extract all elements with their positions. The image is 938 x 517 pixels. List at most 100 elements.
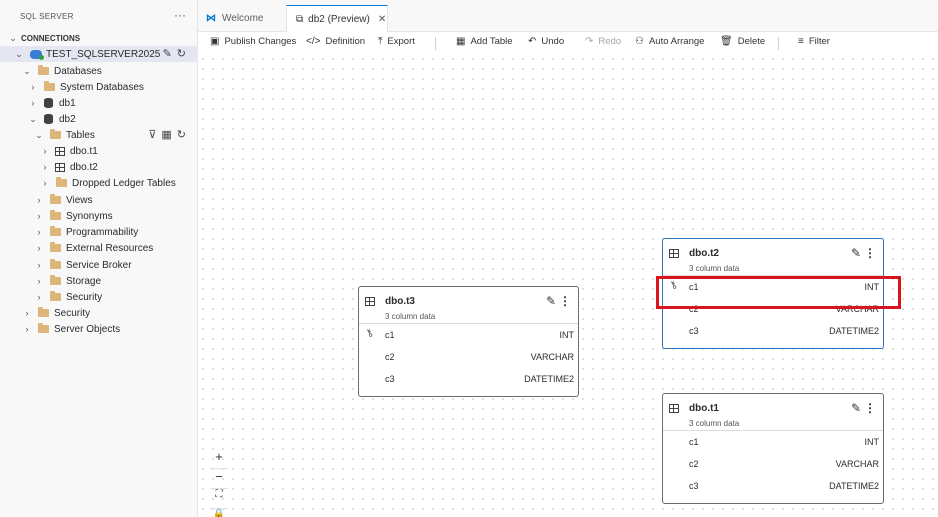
- close-icon[interactable]: ✕: [378, 14, 386, 25]
- more-actions-icon[interactable]: ···: [174, 8, 186, 22]
- undo-button[interactable]: ↶ Undo: [528, 36, 564, 47]
- button-label: Add Table: [470, 36, 513, 47]
- publish-icon: ▣: [210, 36, 220, 47]
- tree-item-programmability[interactable]: › Programmability: [0, 224, 198, 240]
- chevron-right-icon: ›: [25, 308, 29, 318]
- zoom-out-button[interactable]: −: [210, 469, 228, 489]
- column-type: VARCHAR: [835, 459, 879, 469]
- tree-item-tables[interactable]: ⌄ Tables ⊽ ▦ ↻: [0, 127, 198, 143]
- tree-item-label: Server Objects: [54, 323, 121, 335]
- table-node-dbo-t3[interactable]: dbo.t3 3 column data ✎ ⋮ ⚷ c1 INT c2 VAR…: [358, 286, 579, 397]
- chevron-down-icon: ⌄: [29, 113, 37, 124]
- lock-icon[interactable]: 🔒: [210, 509, 228, 517]
- table-icon: [55, 162, 65, 172]
- tree-item-label: Service Broker: [66, 259, 132, 271]
- chevron-right-icon: ›: [37, 260, 41, 270]
- tree-item-dbo-t2[interactable]: › dbo.t2: [0, 159, 198, 175]
- tree-item-label: dbo.t2: [70, 161, 98, 173]
- new-table-icon[interactable]: ▦: [161, 128, 171, 141]
- highlight-box: [656, 276, 901, 309]
- folder-icon: [50, 210, 61, 220]
- column-row[interactable]: c3 DATETIME2: [359, 368, 578, 390]
- connections-section-header[interactable]: ⌄ CONNECTIONS: [0, 30, 198, 46]
- publish-changes-button[interactable]: ▣ Publish Changes: [210, 36, 296, 47]
- redo-button[interactable]: ↷ Redo: [585, 36, 621, 47]
- edit-pencil-icon[interactable]: ✎: [546, 294, 556, 308]
- tree-item-db2[interactable]: ⌄ db2: [0, 111, 198, 127]
- tree-item-db1[interactable]: › db1: [0, 95, 198, 111]
- more-options-icon[interactable]: ⋮: [864, 246, 876, 260]
- edit-pencil-icon[interactable]: ✎: [851, 246, 861, 260]
- auto-arrange-button[interactable]: ⚇ Auto Arrange: [635, 36, 704, 47]
- column-row[interactable]: c3 DATETIME2: [663, 475, 883, 497]
- tree-item-databases[interactable]: ⌄ Databases: [0, 63, 198, 79]
- tree-item-label: External Resources: [66, 242, 154, 254]
- chevron-right-icon: ›: [37, 276, 41, 286]
- export-button[interactable]: ⤒ Export: [378, 36, 415, 47]
- button-label: Publish Changes: [224, 36, 297, 47]
- edit-icon[interactable]: ✎: [163, 47, 172, 60]
- tab-label: db2 (Preview): [308, 13, 370, 25]
- server-tools: ✎ ↻: [163, 47, 186, 60]
- folder-icon: [38, 307, 49, 317]
- server-node[interactable]: ⌄ TEST_SQLSERVER2025 ✎ ↻: [0, 46, 198, 62]
- zoom-in-button[interactable]: +: [210, 449, 228, 469]
- refresh-icon[interactable]: ↻: [177, 47, 186, 60]
- database-icon: [44, 114, 53, 124]
- add-table-button[interactable]: ▦ Add Table: [456, 36, 513, 47]
- more-options-icon[interactable]: ⋮: [559, 294, 571, 308]
- database-icon: [44, 98, 53, 108]
- chevron-right-icon: ›: [37, 195, 41, 205]
- column-row[interactable]: c2 VARCHAR: [663, 453, 883, 475]
- tree-item-dropped-ledger-tables[interactable]: › Dropped Ledger Tables: [0, 175, 198, 191]
- filter-button[interactable]: ≡ Filter: [798, 36, 830, 47]
- fit-view-icon[interactable]: ⛶: [210, 489, 228, 509]
- redo-icon: ↷: [585, 36, 594, 47]
- auto-arrange-icon: ⚇: [635, 36, 644, 47]
- delete-button[interactable]: 🗑 Delete: [720, 36, 765, 47]
- column-row[interactable]: c3 DATETIME2: [663, 320, 883, 342]
- column-name: c2: [385, 352, 395, 362]
- tree-item-label: Storage: [66, 275, 102, 287]
- tree-item-server-objects[interactable]: › Server Objects: [0, 321, 198, 337]
- column-row[interactable]: c1 INT: [663, 431, 883, 453]
- tree-item-synonyms[interactable]: › Synonyms: [0, 208, 198, 224]
- object-explorer-sidebar: SQL SERVER ··· ⌄ CONNECTIONS ⌄ TEST_SQLS…: [0, 0, 198, 517]
- tree-item-dbo-t1[interactable]: › dbo.t1: [0, 143, 198, 159]
- tree-item-db-security[interactable]: › Security: [0, 289, 198, 305]
- definition-button[interactable]: </> Definition: [306, 36, 365, 47]
- table-node-dbo-t1[interactable]: dbo.t1 3 column data ✎ ⋮ c1 INT c2 VARCH…: [662, 393, 884, 504]
- tree-item-label: Synonyms: [66, 210, 113, 222]
- tree-item-label: db1: [59, 97, 76, 109]
- refresh-icon[interactable]: ↻: [177, 128, 186, 141]
- tree-item-label: Views: [66, 194, 93, 206]
- trash-icon: 🗑: [720, 36, 733, 47]
- edit-pencil-icon[interactable]: ✎: [851, 401, 861, 415]
- column-row[interactable]: c2 VARCHAR: [359, 346, 578, 368]
- column-name: c1: [385, 330, 395, 340]
- tree-item-service-broker[interactable]: › Service Broker: [0, 257, 198, 273]
- column-name: c1: [689, 437, 699, 447]
- tab-welcome[interactable]: ⋈ Welcome: [198, 5, 286, 32]
- table-icon: [669, 404, 679, 413]
- folder-icon: [50, 259, 61, 269]
- button-label: Definition: [325, 36, 366, 47]
- column-row[interactable]: ⚷ c1 INT: [359, 324, 578, 346]
- chevron-down-icon: ⌄: [23, 65, 31, 76]
- filter-icon[interactable]: ⊽: [148, 128, 156, 141]
- folder-icon: [50, 194, 61, 204]
- tree-item-views[interactable]: › Views: [0, 192, 198, 208]
- column-type: INT: [864, 437, 880, 447]
- folder-icon: [50, 226, 61, 236]
- tree-item-system-databases[interactable]: › System Databases: [0, 79, 198, 95]
- tree-item-security[interactable]: › Security: [0, 305, 198, 321]
- button-label: Redo: [598, 36, 622, 47]
- tab-db2-preview[interactable]: ⧉ db2 (Preview) ✕: [286, 5, 388, 32]
- table-node-subtitle: 3 column data: [689, 264, 740, 273]
- tree-item-label: dbo.t1: [70, 145, 98, 157]
- tree-item-storage[interactable]: › Storage: [0, 273, 198, 289]
- folder-icon: [50, 291, 61, 301]
- button-label: Auto Arrange: [648, 36, 705, 47]
- tree-item-external-resources[interactable]: › External Resources: [0, 240, 198, 256]
- more-options-icon[interactable]: ⋮: [864, 401, 876, 415]
